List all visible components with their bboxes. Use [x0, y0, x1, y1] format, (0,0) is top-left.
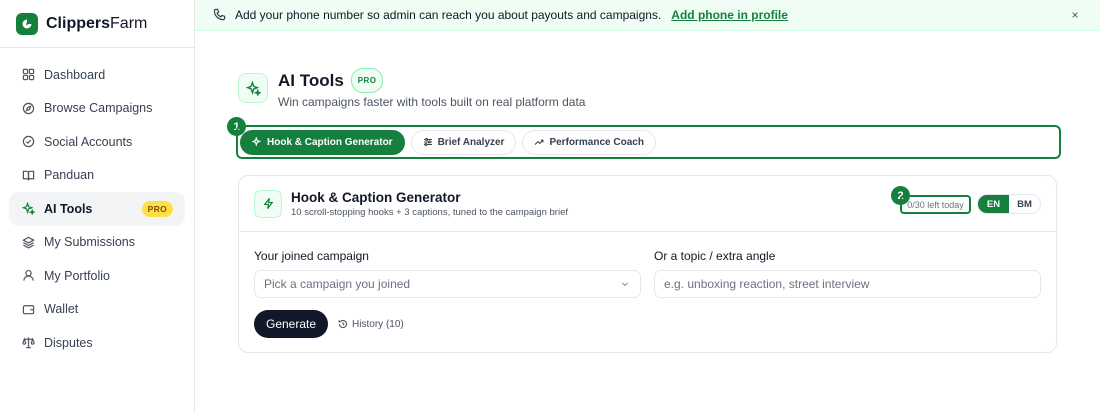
wallet-icon: [21, 302, 35, 316]
sidebar-item-label: Social Accounts: [44, 134, 133, 149]
sidebar-nav: Dashboard Browse Campaigns Social Accoun…: [0, 48, 194, 360]
phone-icon: [213, 8, 227, 22]
tab-label: Brief Analyzer: [437, 136, 505, 148]
topic-input-wrapper: [654, 270, 1041, 298]
scale-icon: [21, 336, 35, 350]
history-button[interactable]: History (10): [338, 319, 404, 330]
sidebar-item-social-accounts[interactable]: Social Accounts: [9, 125, 185, 159]
hook-caption-card: Hook & Caption Generator 10 scroll-stopp…: [238, 175, 1057, 353]
sparkles-icon: [252, 137, 262, 147]
brand-name: ClippersFarm: [46, 15, 147, 33]
tab-performance-coach[interactable]: Performance Coach: [522, 129, 656, 155]
sidebar-item-label: Dashboard: [44, 67, 106, 82]
tab-label: Hook & Caption Generator: [267, 136, 393, 148]
sidebar-item-my-submissions[interactable]: My Submissions: [9, 226, 185, 260]
card-title: Hook & Caption Generator: [291, 189, 461, 205]
tool-tabs: Hook & Caption Generator Brief Analyzer …: [236, 125, 1061, 159]
topic-input[interactable]: [664, 277, 1022, 291]
sidebar-item-wallet[interactable]: Wallet: [9, 293, 185, 327]
sidebar-item-dashboard[interactable]: Dashboard: [9, 58, 185, 92]
sidebar-item-my-portfolio[interactable]: My Portfolio: [9, 259, 185, 293]
close-icon[interactable]: ×: [1068, 8, 1082, 22]
tab-hook-caption-generator[interactable]: Hook & Caption Generator: [240, 129, 405, 155]
card-header: Hook & Caption Generator 10 scroll-stopp…: [239, 176, 1056, 232]
main-content: Add your phone number so admin can reach…: [195, 0, 1100, 412]
tab-label: Performance Coach: [549, 136, 644, 148]
generate-button[interactable]: Generate: [254, 310, 329, 338]
page-title: AI Tools: [278, 70, 344, 90]
card-actions: Generate History (10): [239, 298, 1056, 338]
lightning-icon: [254, 189, 282, 218]
sidebar-item-label: AI Tools: [44, 201, 93, 216]
sidebar: ClippersFarm Dashboard Browse Campaigns …: [0, 0, 195, 412]
brand-logo-icon: [16, 12, 38, 35]
sidebar-item-ai-tools[interactable]: AI Tools PRO: [9, 192, 185, 226]
sidebar-item-label: My Submissions: [44, 235, 135, 250]
topic-label: Or a topic / extra angle: [654, 249, 776, 263]
sidebar-item-label: My Portfolio: [44, 268, 110, 283]
pro-badge: PRO: [141, 200, 173, 217]
language-toggle: EN BM: [977, 194, 1041, 214]
grid-icon: [21, 68, 35, 82]
history-icon: [338, 319, 348, 329]
brand[interactable]: ClippersFarm: [0, 0, 194, 48]
brand-name-rest: Farm: [110, 14, 148, 32]
phone-banner: Add your phone number so admin can reach…: [195, 0, 1100, 31]
page-header: AI Tools PRO Win campaigns faster with t…: [238, 68, 585, 109]
campaign-field: Your joined campaign Pick a campaign you…: [254, 249, 641, 298]
tab-brief-analyzer[interactable]: Brief Analyzer: [410, 129, 517, 155]
card-body: Your joined campaign Pick a campaign you…: [239, 232, 1056, 298]
campaign-select[interactable]: Pick a campaign you joined: [254, 270, 641, 298]
compass-icon: [21, 101, 35, 115]
app-root: ClippersFarm Dashboard Browse Campaigns …: [0, 0, 1100, 412]
title-row: AI Tools PRO: [278, 68, 585, 93]
card-subtitle: 10 scroll-stopping hooks + 3 captions, t…: [291, 206, 568, 218]
add-phone-link[interactable]: Add phone in profile: [671, 8, 788, 22]
sparkles-icon: [21, 202, 35, 216]
language-option-en[interactable]: EN: [978, 195, 1009, 213]
sidebar-item-disputes[interactable]: Disputes: [9, 326, 185, 360]
sidebar-item-label: Panduan: [44, 168, 95, 183]
page-subtitle: Win campaigns faster with tools built on…: [278, 95, 586, 109]
layers-icon: [21, 235, 35, 249]
sidebar-item-panduan[interactable]: Panduan: [9, 159, 185, 193]
card-titles: Hook & Caption Generator 10 scroll-stopp…: [291, 190, 568, 218]
sidebar-item-label: Disputes: [44, 335, 93, 350]
trend-up-icon: [534, 137, 544, 147]
campaign-select-value: Pick a campaign you joined: [264, 277, 411, 291]
campaign-label: Your joined campaign: [254, 249, 369, 263]
sliders-icon: [423, 137, 433, 147]
book-icon: [21, 168, 35, 182]
sidebar-item-label: Wallet: [44, 302, 79, 317]
topic-field: Or a topic / extra angle: [654, 249, 1041, 298]
pro-badge: PRO: [350, 68, 384, 93]
user-icon: [21, 269, 35, 283]
brand-name-bold: Clippers: [46, 14, 111, 32]
chevron-down-icon: [620, 279, 630, 289]
sidebar-item-browse-campaigns[interactable]: Browse Campaigns: [9, 92, 185, 126]
banner-text: Add your phone number so admin can reach…: [235, 8, 662, 22]
language-option-bm[interactable]: BM: [1009, 195, 1040, 213]
daily-quota: 0/30 left today: [900, 195, 971, 214]
check-circle-icon: [21, 135, 35, 149]
sparkles-icon: [238, 73, 268, 103]
history-label: History (10): [352, 318, 404, 330]
sidebar-item-label: Browse Campaigns: [44, 101, 153, 116]
page-header-text: AI Tools PRO Win campaigns faster with t…: [278, 68, 585, 109]
